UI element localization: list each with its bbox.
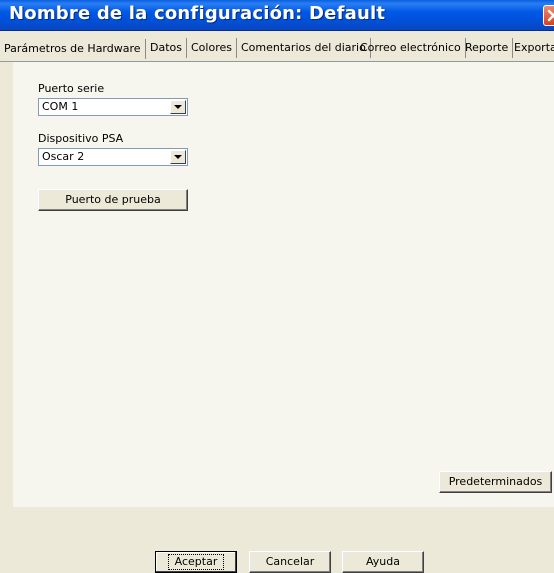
- defaults-button[interactable]: Predeterminados: [439, 471, 552, 493]
- tab-hardware[interactable]: Parámetros de Hardware: [0, 39, 146, 59]
- tab-exporta[interactable]: Exporta: [510, 38, 554, 58]
- chevron-down-icon: [174, 155, 182, 159]
- psa-device-select[interactable]: Oscar 2: [38, 148, 188, 166]
- serial-port-dropdown-button[interactable]: [170, 100, 186, 114]
- window-title: Nombre de la configuración: Default: [9, 3, 386, 24]
- tab-colores[interactable]: Colores: [187, 38, 237, 58]
- close-button[interactable]: [543, 5, 554, 26]
- accept-button[interactable]: Aceptar: [155, 551, 237, 573]
- title-bar: Nombre de la configuración: Default: [0, 0, 554, 31]
- help-button[interactable]: Ayuda: [342, 551, 424, 573]
- serial-port-select[interactable]: COM 1: [38, 98, 188, 116]
- serial-port-label: Puerto serie: [38, 82, 105, 95]
- tab-strip: Parámetros de Hardware Datos Colores Com…: [0, 31, 554, 62]
- test-port-button[interactable]: Puerto de prueba: [38, 189, 188, 211]
- cancel-button[interactable]: Cancelar: [249, 551, 331, 573]
- tab-correo[interactable]: Correo electrónico: [356, 38, 466, 58]
- serial-port-value: COM 1: [42, 100, 79, 113]
- psa-device-value: Oscar 2: [42, 150, 85, 163]
- psa-device-label: Dispositivo PSA: [38, 132, 124, 145]
- dialog-button-bar: Aceptar Cancelar Ayuda: [0, 507, 554, 573]
- tab-reporte[interactable]: Reporte: [461, 38, 514, 58]
- close-icon: [547, 9, 554, 22]
- chevron-down-icon: [174, 105, 182, 109]
- psa-device-dropdown-button[interactable]: [170, 150, 186, 164]
- hardware-panel: Puerto serie COM 1 Dispositivo PSA Oscar…: [13, 62, 554, 507]
- tab-datos[interactable]: Datos: [146, 38, 187, 58]
- tab-comentarios[interactable]: Comentarios del diario: [237, 38, 371, 58]
